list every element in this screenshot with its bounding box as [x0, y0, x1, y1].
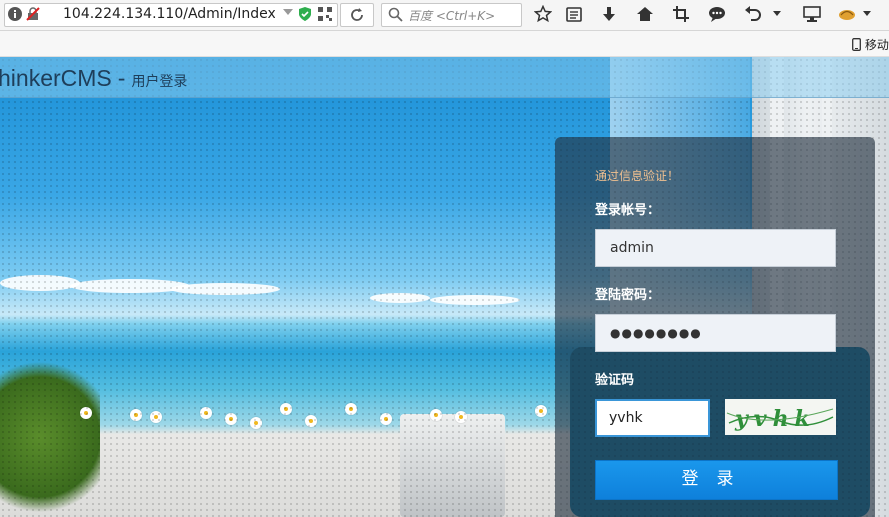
login-page: hinkerCMS - 用户登录 通过信息验证！ 登录帐号： admin 登陆密码：…: [0, 57, 889, 517]
url-dropdown-icon[interactable]: [283, 9, 293, 15]
account-label: 登录帐号：: [595, 203, 661, 218]
page-header: hinkerCMS - 用户登录: [0, 57, 889, 98]
star-icon[interactable]: [534, 5, 552, 23]
extension-icon[interactable]: [838, 5, 856, 23]
browser-toolbar: 104.224.134.110/Admin/Index/l 百度 <Ctrl+K…: [0, 0, 889, 31]
captcha-input[interactable]: yvhk: [595, 399, 710, 437]
info-icon[interactable]: [7, 6, 25, 24]
captcha-label: 验证码: [595, 373, 635, 388]
login-button[interactable]: 登录: [595, 460, 838, 500]
download-icon[interactable]: [600, 5, 618, 23]
reload-icon: [351, 8, 363, 21]
captcha-graphic: yvhk: [726, 406, 834, 432]
search-icon: [388, 7, 403, 22]
mobile-icon: [852, 38, 861, 51]
shield-icon[interactable]: [297, 6, 315, 24]
login-panel: 通过信息验证！ 登录帐号： admin 登陆密码： ●●●●●●●● 验证码 y…: [555, 137, 875, 517]
qr-code-icon[interactable]: [317, 6, 335, 24]
bookmarks-bar: 移动: [0, 31, 889, 57]
captcha-image[interactable]: yvhk: [725, 399, 836, 435]
page-title: hinkerCMS - 用户登录: [0, 65, 187, 92]
password-label: 登陆密码：: [595, 288, 661, 303]
url-text[interactable]: 104.224.134.110/Admin/Index/l: [63, 6, 275, 22]
reading-list-icon[interactable]: [565, 5, 583, 23]
account-input[interactable]: admin: [595, 229, 836, 267]
title-separator: -: [117, 65, 126, 91]
reload-button[interactable]: [340, 3, 374, 27]
extension-chevron-icon[interactable]: [862, 9, 880, 27]
home-icon[interactable]: [636, 5, 654, 23]
chat-icon[interactable]: [708, 5, 726, 23]
search-bar[interactable]: 百度 <Ctrl+K>: [381, 3, 522, 27]
password-input[interactable]: ●●●●●●●●: [595, 314, 836, 352]
captcha-text: yvhk: [734, 406, 816, 432]
search-placeholder: 百度 <Ctrl+K>: [408, 9, 496, 23]
monitor-icon[interactable]: [803, 5, 821, 23]
menu-chevron-icon[interactable]: [772, 9, 790, 27]
mobile-bookmarks-label: 移动: [864, 38, 889, 52]
undo-icon[interactable]: [744, 5, 762, 23]
insecure-lock-icon[interactable]: [25, 6, 43, 24]
address-bar[interactable]: 104.224.134.110/Admin/Index/l: [4, 3, 338, 27]
screenshot-icon[interactable]: [672, 5, 690, 23]
logo-text: hinkerCMS: [0, 65, 112, 91]
status-message: 通过信息验证！: [595, 169, 680, 183]
page-subtitle: 用户登录: [131, 73, 188, 89]
mobile-bookmarks[interactable]: 移动: [852, 36, 889, 53]
